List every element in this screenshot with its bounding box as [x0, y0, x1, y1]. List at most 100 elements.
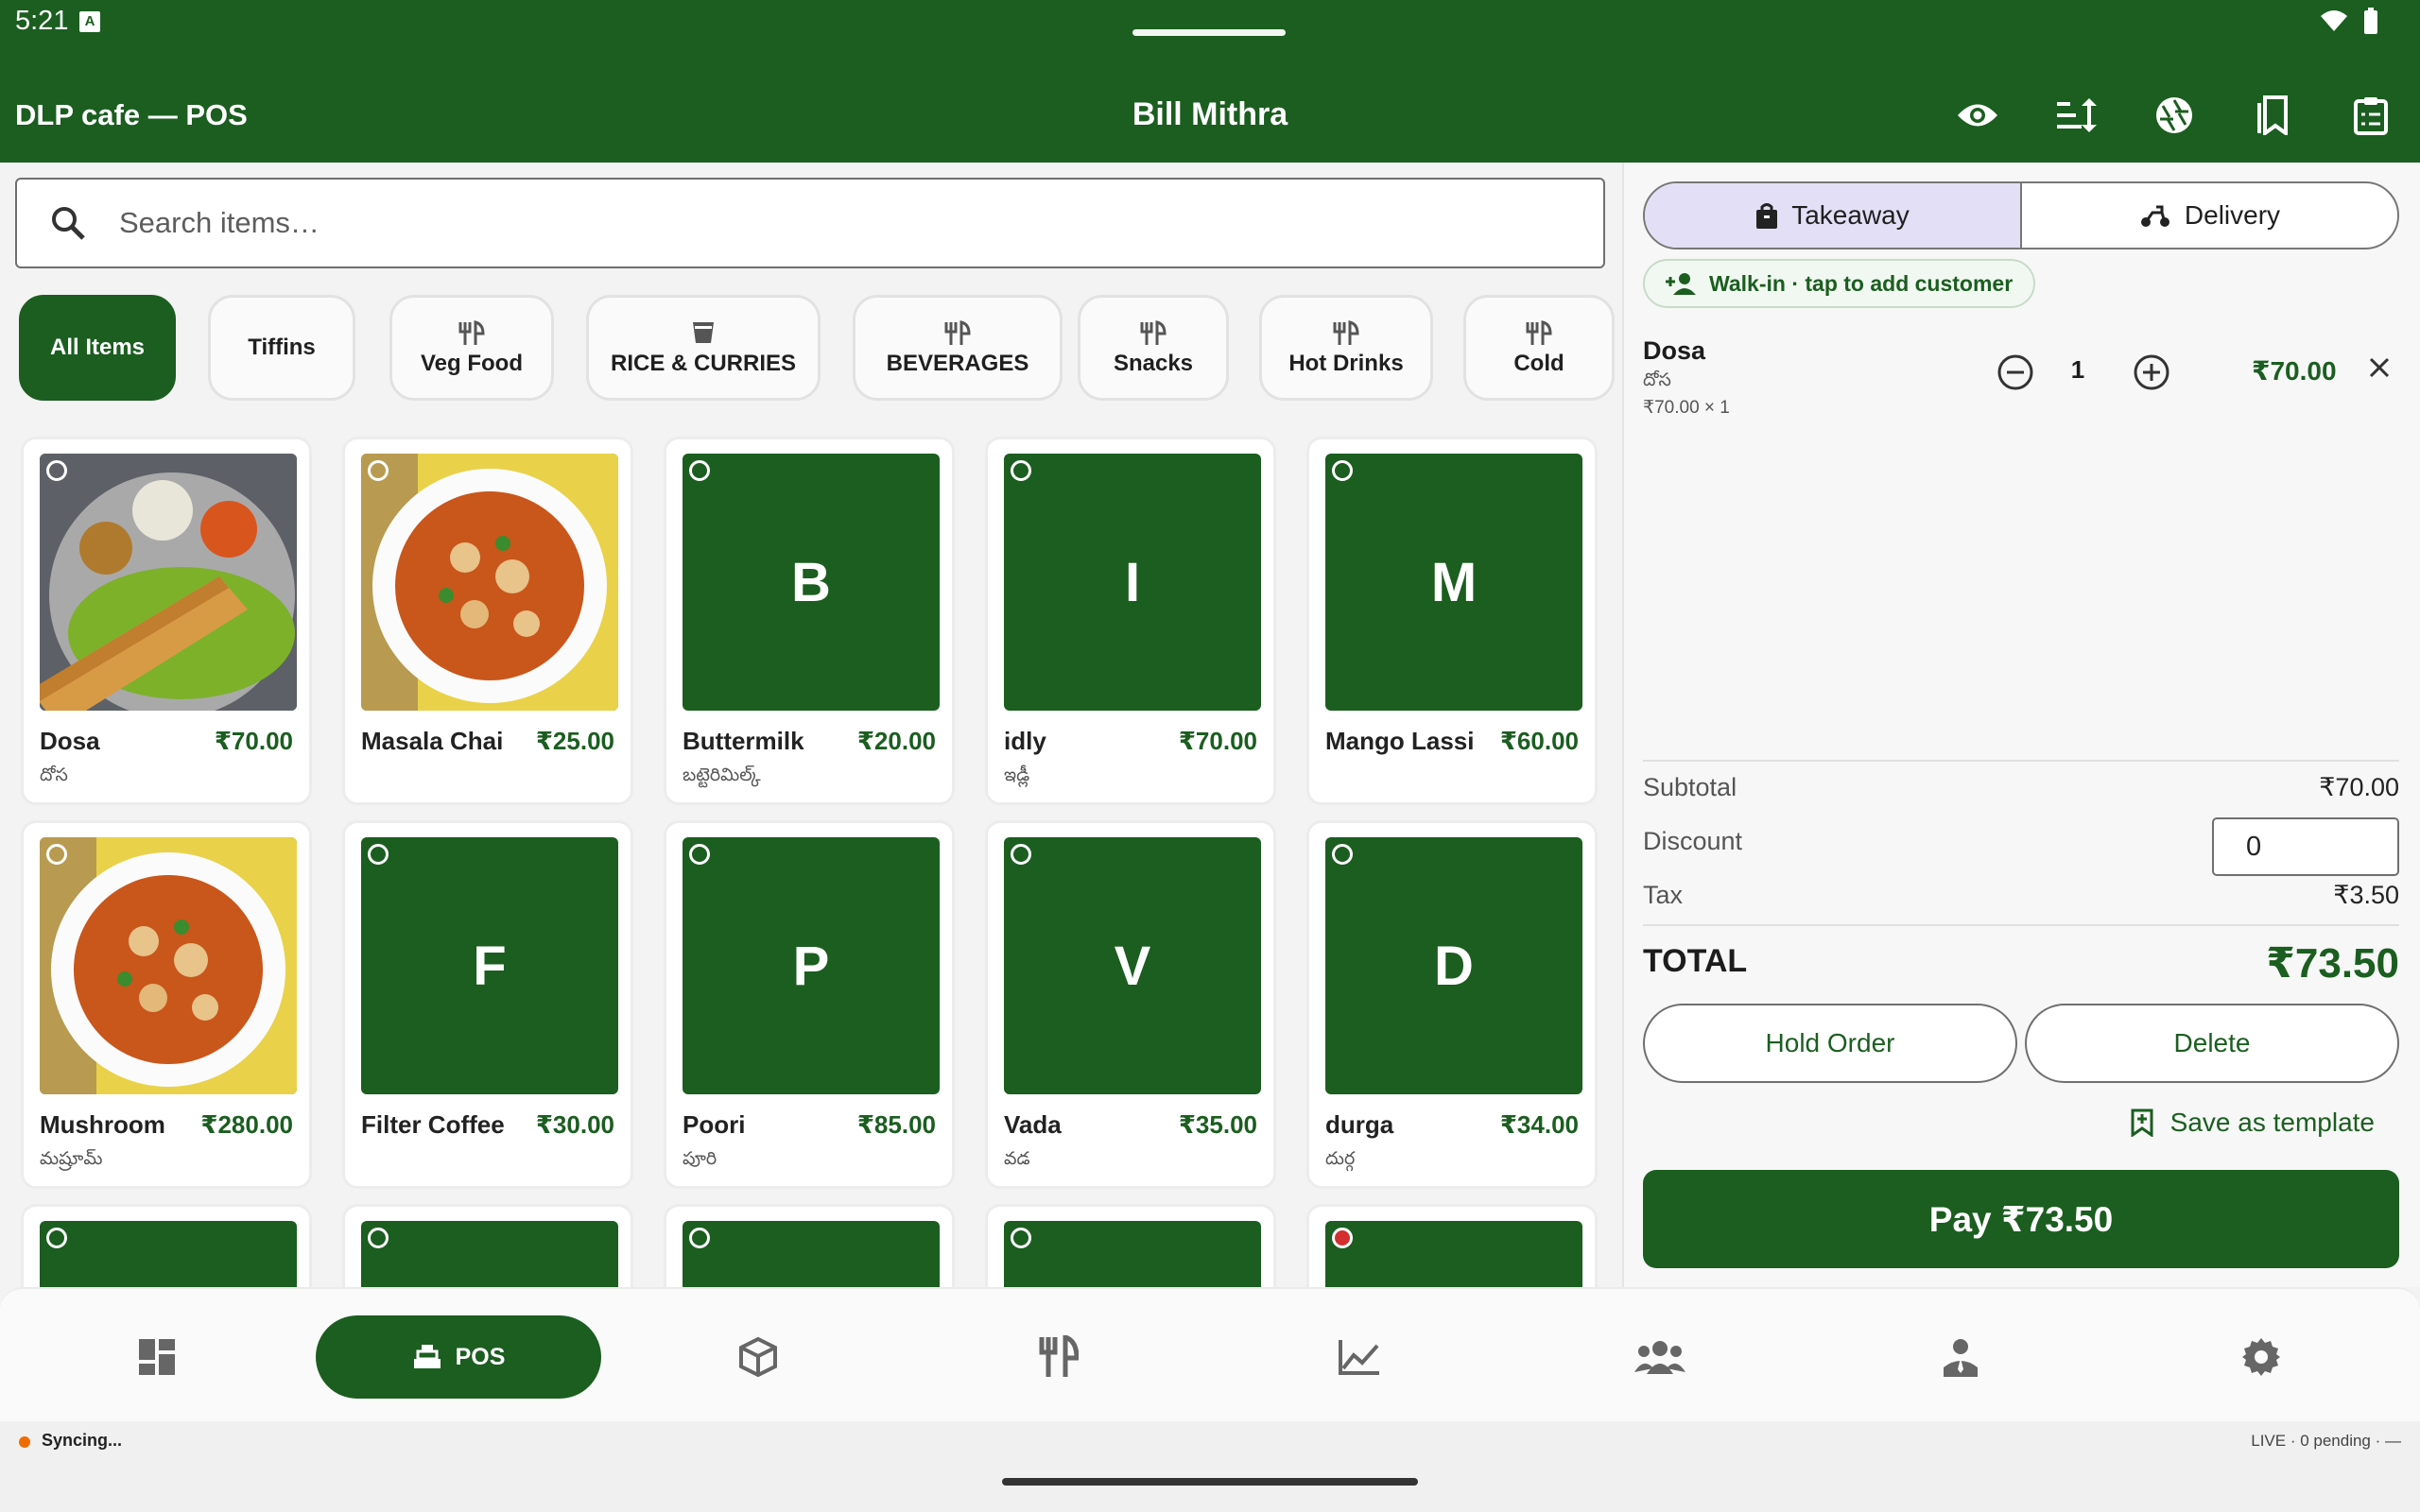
chip-label: Tiffins [248, 335, 316, 360]
fork-knife-icon [1140, 318, 1167, 347]
delivery-label: Delivery [2184, 200, 2281, 230]
hold-order-button[interactable]: Hold Order [1643, 1004, 2017, 1083]
chip-tiffins[interactable]: Tiffins [208, 295, 355, 401]
chip-label: BEVERAGES [886, 351, 1029, 376]
takeaway-option[interactable]: Takeaway [1645, 183, 2020, 248]
sync-status-dot [19, 1436, 30, 1448]
fork-knife-icon [458, 318, 485, 347]
chip-snacks[interactable]: Snacks [1078, 295, 1229, 401]
takeaway-label: Takeaway [1791, 200, 1910, 230]
item-price: ₹34.00 [1499, 1110, 1579, 1139]
preview-button[interactable] [1928, 85, 2027, 146]
item-card-masala-chai[interactable]: Masala Chai ₹25.00 [342, 437, 633, 805]
status-icons [2320, 8, 2378, 34]
divider [1643, 924, 2399, 926]
item-name: idly [1004, 727, 1046, 755]
item-card-mango-lassi[interactable]: M Mango Lassi ₹60.00 [1306, 437, 1598, 805]
bookmarks-icon [2257, 95, 2288, 135]
increase-qty-button[interactable] [2133, 353, 2170, 396]
home-indicator[interactable] [1002, 1478, 1418, 1486]
chip-all-items[interactable]: All Items [19, 295, 176, 401]
chip-veg-food[interactable]: Veg Food [389, 295, 554, 401]
search-box[interactable] [15, 178, 1605, 268]
item-card-durga[interactable]: D durga ₹34.00 దుర్గ [1306, 820, 1598, 1189]
nav-customers[interactable] [1565, 1315, 1754, 1399]
chip-hot-drinks[interactable]: Hot Drinks [1259, 295, 1433, 401]
discount-input[interactable] [2212, 817, 2399, 876]
save-template-button[interactable]: Save as template [2131, 1108, 2375, 1138]
veg-indicator-icon [1011, 1228, 1031, 1248]
order-type-toggle: Takeaway Delivery [1643, 181, 2399, 249]
chip-beverages[interactable]: BEVERAGES [853, 295, 1063, 401]
nav-pos[interactable]: POS [316, 1315, 601, 1399]
nav-reports[interactable] [1265, 1315, 1454, 1399]
item-card-idly[interactable]: I idly ₹70.00 ఇడ్లీ [985, 437, 1276, 805]
nav-dashboard[interactable] [62, 1315, 251, 1399]
bookmarks-button[interactable] [2223, 85, 2322, 146]
veg-indicator-icon [689, 844, 710, 865]
search-input[interactable] [119, 206, 1603, 240]
aperture-icon [2156, 97, 2192, 133]
discount-row: Discount [1643, 817, 2399, 876]
add-customer-chip[interactable]: Walk-in · tap to add customer [1643, 259, 2036, 308]
tax-value: ₹3.50 [2333, 881, 2399, 909]
sync-status-bar: Syncing... LIVE · 0 pending · — [0, 1421, 2420, 1512]
aperture-button[interactable] [2125, 85, 2223, 146]
item-card[interactable] [985, 1204, 1276, 1287]
item-price: ₹70.00 [214, 727, 293, 755]
pay-button[interactable]: Pay ₹73.50 [1643, 1170, 2399, 1268]
nav-settings[interactable] [2167, 1315, 2356, 1399]
item-card-vada[interactable]: V Vada ₹35.00 వడ [985, 820, 1276, 1189]
nav-pos-label: POS [455, 1343, 506, 1370]
delivery-option[interactable]: Delivery [2022, 183, 2397, 248]
add-person-icon [1666, 273, 1696, 295]
discount-label: Discount [1643, 827, 1743, 855]
item-letter-tile: P [683, 837, 940, 1094]
item-card[interactable] [664, 1204, 955, 1287]
total-value: ₹73.50 [2266, 940, 2399, 987]
nav-menu[interactable] [964, 1315, 1153, 1399]
item-card[interactable] [21, 1204, 312, 1287]
delete-order-button[interactable]: Delete [2025, 1004, 2399, 1083]
veg-indicator-icon [1332, 844, 1353, 865]
item-name: Mushroom [40, 1110, 165, 1139]
bottom-navigation: POS [0, 1287, 2420, 1421]
item-card-buttermilk[interactable]: B Buttermilk ₹20.00 బట్టెరిమిల్క్ [664, 437, 955, 805]
sort-button[interactable] [2027, 85, 2125, 146]
tax-row: Tax ₹3.50 [1643, 881, 2399, 910]
remove-line-button[interactable] [2363, 352, 2395, 388]
cash-register-icon [413, 1345, 441, 1368]
nav-staff[interactable] [1866, 1315, 2055, 1399]
chip-label: Snacks [1113, 351, 1194, 376]
chip-cold[interactable]: Cold [1463, 295, 1615, 401]
clipboard-icon [2354, 97, 2388, 135]
item-card[interactable] [1306, 1204, 1598, 1287]
item-price: ₹85.00 [856, 1110, 936, 1139]
chip-rice-curries[interactable]: RICE & CURRIES [586, 295, 821, 401]
item-price: ₹60.00 [1499, 727, 1579, 755]
catalog-panel: All Items Tiffins Veg Food RICE & CURRIE… [0, 163, 1622, 1287]
item-name: Dosa [40, 727, 100, 755]
item-card[interactable] [342, 1204, 633, 1287]
clipboard-button[interactable] [2322, 85, 2420, 146]
chip-label: Hot Drinks [1288, 351, 1404, 376]
cup-icon [691, 318, 716, 347]
item-card-mushroom[interactable]: Mushroom ₹280.00 మష్రూమ్ [21, 820, 312, 1189]
save-template-label: Save as template [2169, 1108, 2375, 1137]
item-letter-tile: B [683, 454, 940, 711]
item-letter-tile [361, 1221, 618, 1287]
item-card-dosa[interactable]: Dosa ₹70.00 దోస [21, 437, 312, 805]
nav-inventory[interactable] [664, 1315, 853, 1399]
item-card-filter-coffee[interactable]: F Filter Coffee ₹30.00 [342, 820, 633, 1189]
line-item-qty: 1 [2070, 355, 2085, 384]
line-item-total: ₹70.00 [2252, 356, 2337, 386]
item-name: Masala Chai [361, 727, 504, 755]
item-price: ₹20.00 [856, 727, 936, 755]
item-subtitle: ఇడ్లీ [1004, 765, 1030, 785]
decrease-qty-button[interactable] [1996, 353, 2034, 396]
subtotal-label: Subtotal [1643, 773, 1737, 801]
item-subtitle: పూరి [683, 1149, 717, 1169]
item-letter-tile: M [1325, 454, 1582, 711]
item-name: Mango Lassi [1325, 727, 1475, 755]
item-card-poori[interactable]: P Poori ₹85.00 పూరి [664, 820, 955, 1189]
